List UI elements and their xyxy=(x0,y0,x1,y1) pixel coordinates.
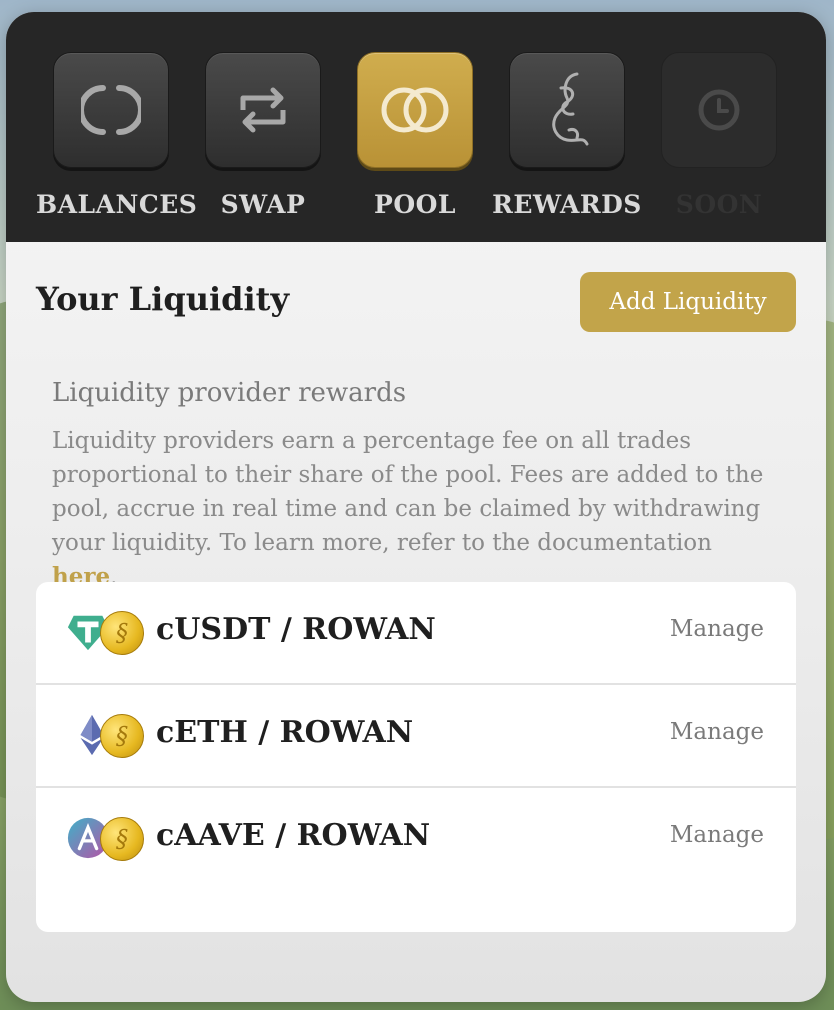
top-navigation: BALANCES SWAP POOL REWARDS SOON xyxy=(6,12,826,242)
nav-soon: SOON xyxy=(644,52,794,219)
add-liquidity-button[interactable]: Add Liquidity xyxy=(580,272,796,332)
page-title: Your Liquidity xyxy=(36,280,290,318)
nav-rewards[interactable]: REWARDS xyxy=(492,52,642,219)
manage-link[interactable]: Manage xyxy=(670,822,764,848)
manage-link[interactable]: Manage xyxy=(670,719,764,745)
rowan-icon: § xyxy=(100,611,144,655)
nav-balances[interactable]: BALANCES xyxy=(36,52,198,219)
pool-row[interactable]: § cETH / ROWAN Manage xyxy=(36,685,796,788)
rowan-icon: § xyxy=(100,817,144,861)
pool-panel: BALANCES SWAP POOL REWARDS SOON Your Liq… xyxy=(6,12,826,1002)
pool-icon xyxy=(381,87,449,133)
swap-icon xyxy=(240,87,286,133)
pair-name: cETH / ROWAN xyxy=(156,715,414,750)
token-pair-icons: § xyxy=(66,610,146,656)
pair-name: cUSDT / ROWAN xyxy=(156,612,436,647)
pool-row[interactable]: § cUSDT / ROWAN Manage xyxy=(36,582,796,685)
nav-soon-button xyxy=(661,52,777,168)
token-pair-icons: § xyxy=(66,816,146,862)
token-pair-icons: § xyxy=(66,713,146,759)
manage-link[interactable]: Manage xyxy=(670,616,764,642)
nav-swap-button[interactable] xyxy=(205,52,321,168)
info-text: Liquidity providers earn a percentage fe… xyxy=(52,424,782,594)
pool-row[interactable]: § cAAVE / ROWAN Manage xyxy=(36,788,796,889)
nav-pool-label: POOL xyxy=(374,190,456,219)
rowan-icon: § xyxy=(100,714,144,758)
balances-icon xyxy=(81,85,141,135)
info-body: Liquidity providers earn a percentage fe… xyxy=(52,428,764,556)
info-title: Liquidity provider rewards xyxy=(52,378,407,408)
nav-rewards-label: REWARDS xyxy=(492,190,642,219)
nav-soon-label: SOON xyxy=(675,190,763,219)
nav-balances-label: BALANCES xyxy=(36,190,198,219)
pair-name: cAAVE / ROWAN xyxy=(156,818,431,853)
nav-rewards-button[interactable] xyxy=(509,52,625,168)
pool-list: § cUSDT / ROWAN Manage § cETH / ROWAN Ma… xyxy=(36,582,796,932)
rewards-icon xyxy=(552,72,589,146)
nav-pool-button[interactable] xyxy=(357,52,473,168)
nav-balances-button[interactable] xyxy=(53,52,169,168)
clock-icon xyxy=(698,89,740,131)
nav-swap[interactable]: SWAP xyxy=(188,52,338,219)
nav-swap-label: SWAP xyxy=(220,190,306,219)
nav-pool[interactable]: POOL xyxy=(340,52,490,219)
